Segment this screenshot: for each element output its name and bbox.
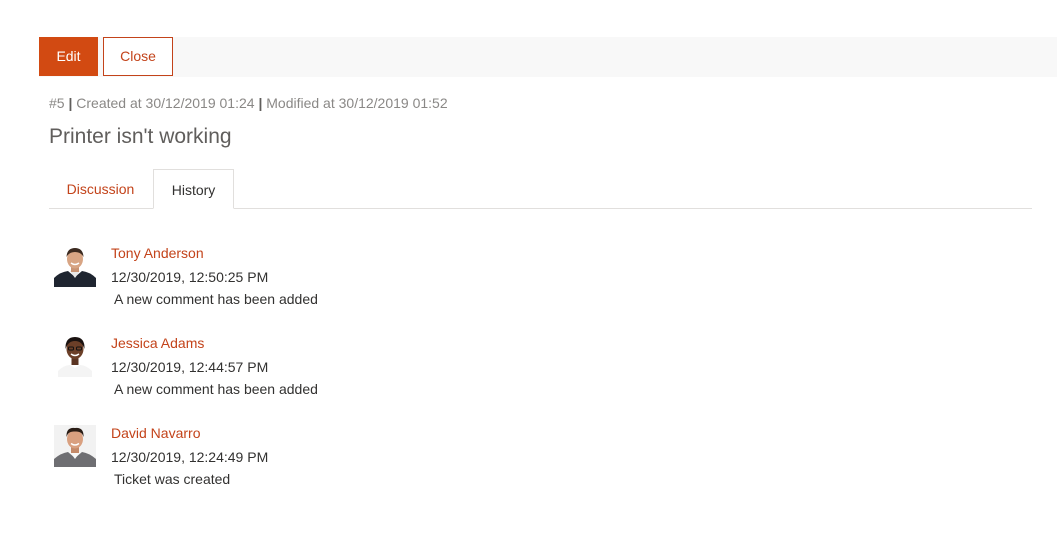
user-avatar-icon (54, 245, 96, 287)
history-item: Jessica Adams 12/30/2019, 12:44:57 PM A … (54, 335, 654, 415)
history-author-link[interactable]: Jessica Adams (111, 335, 204, 351)
history-author-link[interactable]: David Navarro (111, 425, 200, 441)
history-author-link[interactable]: Tony Anderson (111, 245, 204, 261)
avatar (54, 335, 96, 377)
avatar (54, 245, 96, 287)
close-button[interactable]: Close (103, 37, 173, 76)
ticket-title: Printer isn't working (49, 125, 232, 148)
ticket-tabs: Discussion History (49, 169, 1032, 209)
command-bar: Edit Close (39, 37, 1057, 77)
user-avatar-icon (54, 425, 96, 467)
tab-history[interactable]: History (153, 169, 234, 209)
ticket-created: Created at 30/12/2019 01:24 (76, 95, 255, 111)
ticket-modified: Modified at 30/12/2019 01:52 (266, 95, 448, 111)
history-item: David Navarro 12/30/2019, 12:24:49 PM Ti… (54, 425, 654, 505)
user-avatar-icon (54, 335, 96, 377)
history-description: A new comment has been added (114, 381, 318, 397)
history-timestamp: 12/30/2019, 12:44:57 PM (111, 359, 269, 375)
history-timestamp: 12/30/2019, 12:50:25 PM (111, 269, 269, 285)
ticket-meta: #5 | Created at 30/12/2019 01:24 | Modif… (49, 95, 448, 111)
history-item: Tony Anderson 12/30/2019, 12:50:25 PM A … (54, 245, 654, 325)
meta-separator: | (258, 95, 263, 111)
meta-separator: | (68, 95, 73, 111)
avatar (54, 425, 96, 467)
history-timestamp: 12/30/2019, 12:24:49 PM (111, 449, 269, 465)
history-description: A new comment has been added (114, 291, 318, 307)
ticket-id: #5 (49, 95, 65, 111)
edit-button[interactable]: Edit (39, 37, 98, 76)
history-description: Ticket was created (114, 471, 231, 487)
tab-discussion[interactable]: Discussion (49, 169, 152, 209)
